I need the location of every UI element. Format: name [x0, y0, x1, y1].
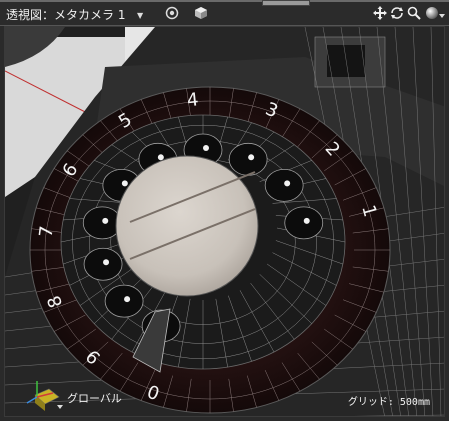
finger-hole-dot [248, 154, 255, 161]
shading-menu-caret-icon[interactable] [438, 8, 446, 24]
header-strip [0, 0, 449, 2]
finger-hole-dot [303, 217, 310, 224]
camera-target-icon[interactable] [164, 5, 180, 21]
finger-hole-dot [103, 259, 110, 266]
3d-scene[interactable]: 1234567890 [5, 27, 445, 417]
finger-hole-7[interactable] [82, 206, 122, 240]
rotate-icon[interactable] [389, 5, 405, 21]
object-cube-icon[interactable] [193, 5, 209, 21]
viewport-header: 透視図：メタカメラ 1 ▼ [0, 0, 449, 26]
dial-center-label [115, 155, 259, 297]
move-icon[interactable] [372, 5, 388, 21]
viewport-frame-right [445, 26, 449, 421]
header-tab-notch[interactable] [262, 0, 310, 6]
modeler-window: 透視図：メタカメラ 1 ▼ 1 2 3 4 5 6 7 8 9 0 グローバル … [0, 0, 449, 421]
viewport-title[interactable]: 透視図：メタカメラ 1 [6, 6, 125, 23]
finger-hole-dot [203, 145, 209, 151]
finger-hole-2[interactable] [264, 168, 304, 202]
gizmo-coordinate-label[interactable]: グローバル [67, 390, 122, 406]
3d-viewport[interactable]: 1234567890 グローバル グリッド: 500mm [4, 26, 445, 417]
finger-hole-dot [121, 180, 128, 187]
viewport-frame-bottom [0, 417, 449, 421]
grid-size-label: グリッド: 500mm [347, 397, 430, 408]
finger-hole-8[interactable] [83, 247, 123, 281]
viewport-menu-caret[interactable]: ▼ [137, 11, 143, 20]
zoom-icon[interactable] [406, 5, 422, 21]
finger-hole-dot [102, 217, 109, 224]
finger-hole-9[interactable] [104, 284, 144, 318]
dial-digit-4: 4 [186, 89, 200, 111]
finger-hole-1[interactable] [284, 206, 324, 240]
finger-hole-dot [284, 180, 291, 187]
finger-hole-3[interactable] [228, 142, 268, 176]
finger-hole-dot [124, 296, 131, 303]
